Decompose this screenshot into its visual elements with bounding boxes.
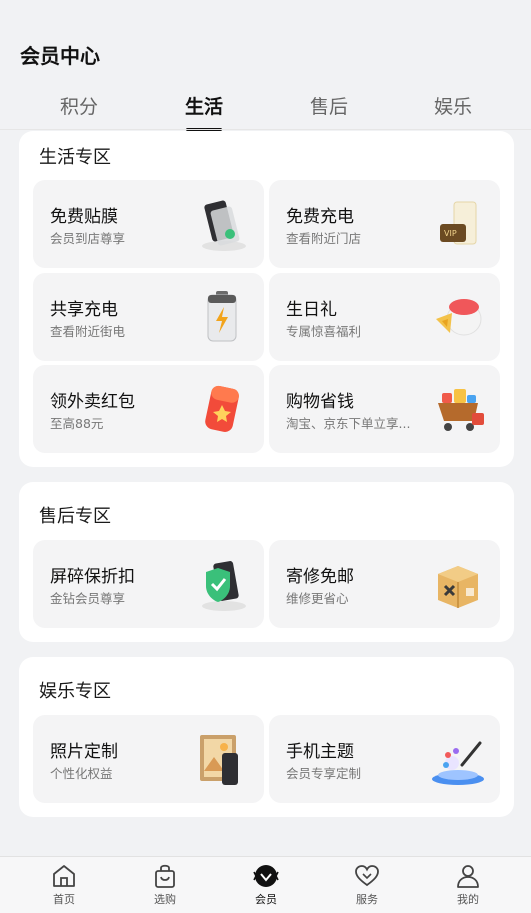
card-shopping-savings[interactable]: 购物省钱 淘宝、京东下单立享...: [269, 365, 500, 453]
bottom-nav: 首页 选购 会员 服务 我的: [0, 856, 531, 913]
card-title: 手机主题: [286, 742, 354, 762]
card-subtitle: 查看附近门店: [286, 231, 362, 246]
tab-points[interactable]: 积分: [39, 92, 119, 119]
card-title: 免费贴膜: [50, 207, 118, 227]
card-title: 共享充电: [50, 300, 118, 320]
entertainment-section: 娱乐专区 照片定制 个性化权益 手机主题 会员专享定制: [19, 657, 514, 817]
card-title: 照片定制: [50, 742, 118, 762]
home-icon: [53, 865, 75, 887]
red-packet-icon: [205, 385, 239, 432]
card-birthday-gift[interactable]: 生日礼 专属惊喜福利: [269, 273, 500, 361]
card-subtitle: 专属惊喜福利: [286, 324, 362, 339]
tab-bar: 积分 生活 售后 娱乐: [0, 88, 531, 131]
tab-life[interactable]: 生活: [164, 92, 244, 131]
card-photo-customization[interactable]: 照片定制 个性化权益: [33, 715, 264, 803]
shopping-cart-icon: [438, 389, 484, 431]
card-subtitle: 维修更省心: [286, 591, 349, 606]
nav-label: 选购: [154, 893, 176, 906]
card-subtitle: 淘宝、京东下单立享...: [286, 416, 411, 431]
aftersales-section: 售后专区 屏碎保折扣 金钻会员尊享 寄修免邮 维修更省心: [19, 482, 514, 642]
card-title: 领外卖红包: [50, 392, 135, 412]
section-title: 售后专区: [39, 506, 111, 527]
card-phone-theme[interactable]: 手机主题 会员专享定制: [269, 715, 500, 803]
card-subtitle: 查看附近街电: [50, 324, 126, 339]
card-title: 寄修免邮: [286, 567, 354, 587]
card-title: 购物省钱: [286, 392, 354, 412]
card-subtitle: 会员到店尊享: [50, 231, 126, 246]
header: 会员中心 积分 生活 售后 娱乐: [0, 0, 531, 131]
card-subtitle: 个性化权益: [50, 766, 113, 781]
nav-label: 会员: [255, 893, 277, 906]
nav-home[interactable]: 首页: [24, 863, 104, 907]
tab-divider: [0, 129, 531, 130]
nav-mine[interactable]: 我的: [428, 863, 508, 907]
section-title: 娱乐专区: [39, 681, 111, 702]
nav-shop[interactable]: 选购: [125, 863, 205, 907]
card-free-repair-shipping[interactable]: 寄修免邮 维修更省心: [269, 540, 500, 628]
vip-card-icon: VIP: [440, 201, 477, 245]
shopping-bag-icon: [155, 864, 175, 888]
heart-service-icon: [355, 865, 379, 887]
photo-frame-icon: [200, 735, 238, 785]
card-subtitle: 金钻会员尊享: [50, 591, 126, 606]
nav-service[interactable]: 服务: [327, 863, 407, 907]
section-title: 生活专区: [39, 147, 111, 168]
theme-palette-icon: [432, 741, 484, 785]
screen-film-icon: [202, 200, 246, 251]
life-section: 生活专区 免费贴膜 会员到店尊享 免费充电 查看附近门店 VIP 共享充电 查看…: [19, 131, 514, 467]
card-free-screen-film[interactable]: 免费贴膜 会员到店尊享: [33, 180, 264, 268]
shield-phone-icon: [202, 561, 246, 611]
member-icon: [253, 865, 279, 887]
nav-member[interactable]: 会员: [226, 863, 306, 907]
card-title: 生日礼: [286, 300, 337, 320]
card-takeout-red-packet[interactable]: 领外卖红包 至高88元: [33, 365, 264, 453]
card-subtitle: 会员专享定制: [286, 766, 362, 781]
page-title: 会员中心: [20, 44, 100, 68]
card-screen-break-discount[interactable]: 屏碎保折扣 金钻会员尊享: [33, 540, 264, 628]
svg-text:VIP: VIP: [444, 229, 457, 238]
card-title: 免费充电: [286, 207, 354, 227]
nav-label: 服务: [356, 893, 378, 906]
card-free-charging[interactable]: 免费充电 查看附近门店 VIP: [269, 180, 500, 268]
tab-entertainment[interactable]: 娱乐: [413, 92, 493, 119]
birthday-cake-icon: [436, 299, 482, 336]
card-shared-charging[interactable]: 共享充电 查看附近街电: [33, 273, 264, 361]
card-subtitle: 至高88元: [50, 416, 104, 431]
card-title: 屏碎保折扣: [50, 567, 135, 587]
repair-box-icon: [438, 566, 478, 608]
nav-label: 我的: [457, 893, 479, 906]
battery-icon: [207, 291, 237, 342]
user-icon: [457, 865, 479, 888]
tab-aftersales[interactable]: 售后: [289, 92, 369, 119]
nav-label: 首页: [53, 893, 75, 906]
